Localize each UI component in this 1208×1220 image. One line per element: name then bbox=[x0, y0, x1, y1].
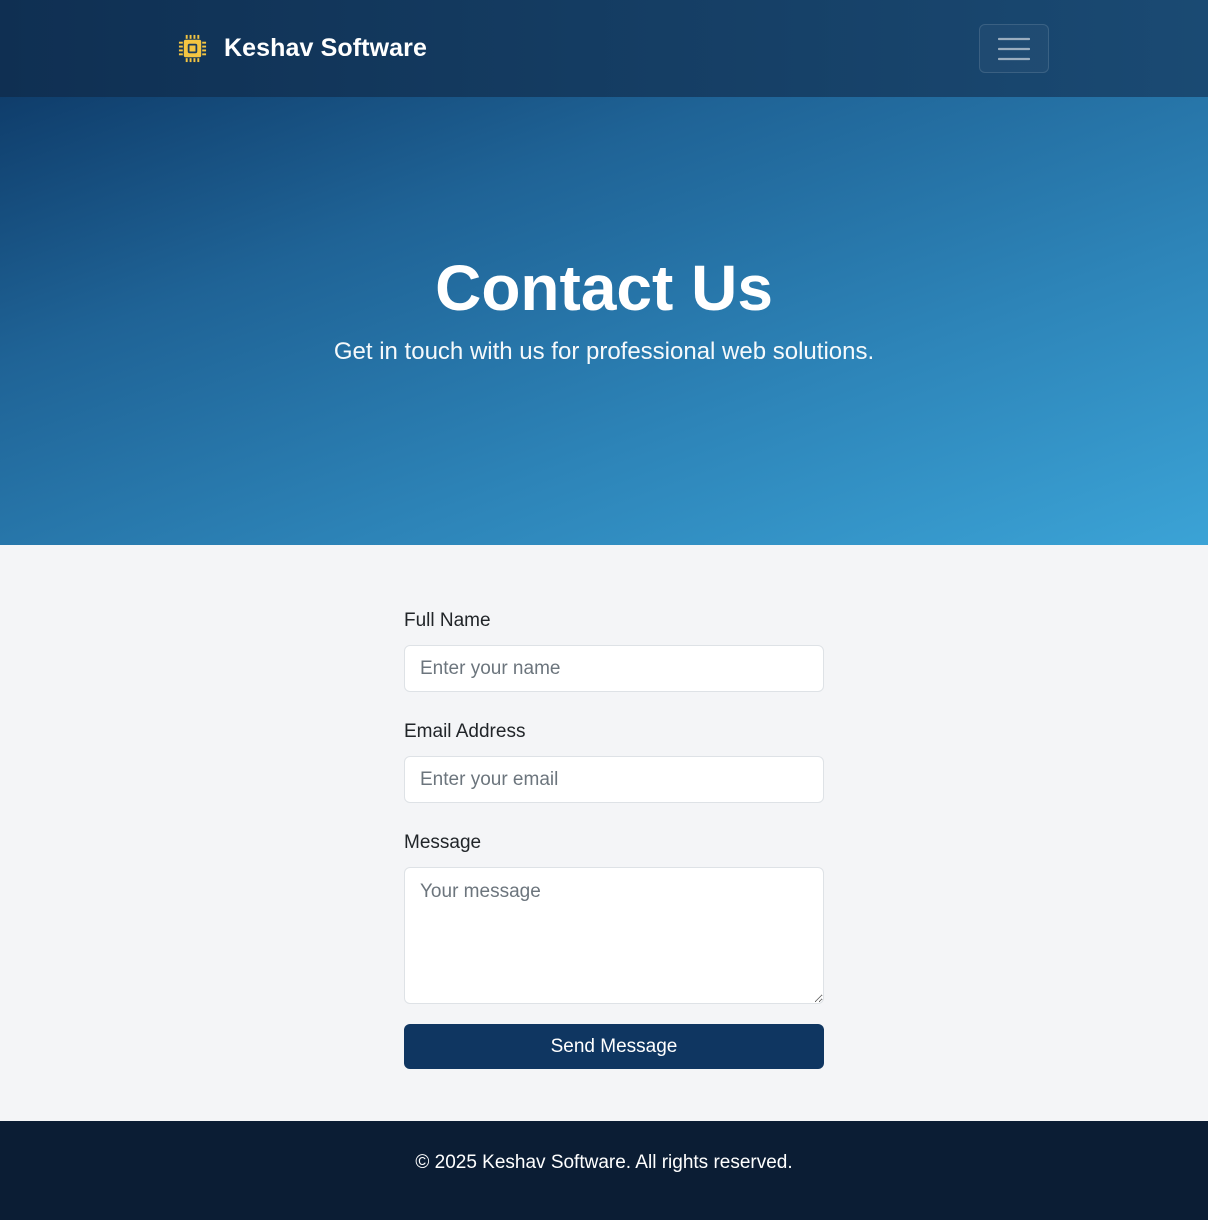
microchip-icon bbox=[178, 34, 207, 62]
page-subtitle: Get in touch with us for professional we… bbox=[333, 338, 875, 365]
full-name-input[interactable] bbox=[404, 645, 824, 692]
copyright-text: © 2025 Keshav Software. All rights reser… bbox=[415, 1152, 793, 1173]
full-name-label: Full Name bbox=[404, 610, 491, 631]
hero-section: Contact Us Get in touch with us for prof… bbox=[0, 97, 1208, 545]
brand-name: Keshav Software bbox=[224, 33, 427, 62]
send-message-button[interactable]: Send Message bbox=[404, 1024, 824, 1069]
footer: © 2025 Keshav Software. All rights reser… bbox=[0, 1121, 1208, 1220]
navbar: Keshav Software bbox=[0, 0, 1208, 97]
message-label: Message bbox=[404, 832, 482, 853]
email-input[interactable] bbox=[404, 756, 824, 803]
hamburger-menu-icon bbox=[998, 37, 1030, 60]
page-title: Contact Us bbox=[435, 252, 773, 324]
brand-link[interactable]: Keshav Software bbox=[177, 32, 427, 64]
message-textarea[interactable] bbox=[404, 867, 824, 1004]
menu-toggle-button[interactable] bbox=[979, 24, 1049, 73]
contact-form: Full Name Email Address Message Send Mes… bbox=[404, 607, 824, 1069]
email-label: Email Address bbox=[404, 721, 526, 742]
